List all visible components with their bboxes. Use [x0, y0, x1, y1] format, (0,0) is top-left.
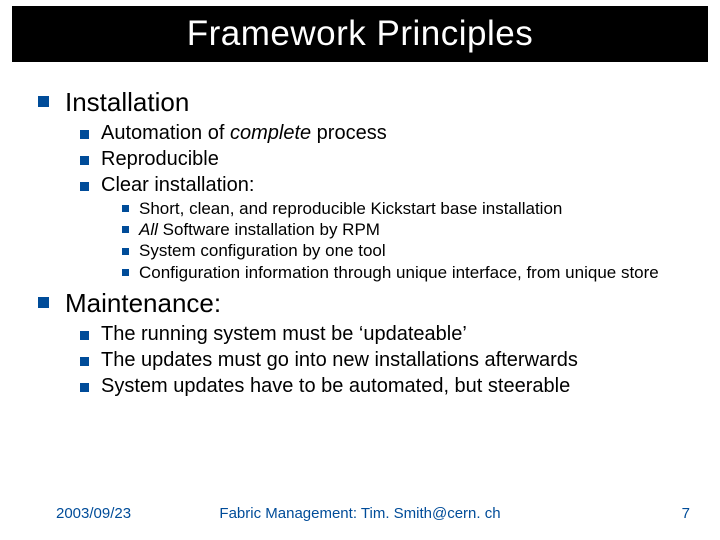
- bullet-icon: [80, 331, 89, 340]
- item-text: Short, clean, and reproducible Kickstart…: [139, 199, 696, 219]
- list-item: Reproducible: [80, 147, 696, 172]
- sub-list-item: Short, clean, and reproducible Kickstart…: [122, 199, 696, 219]
- section-heading: Maintenance:: [38, 287, 696, 320]
- bullet-icon: [122, 205, 129, 212]
- slide-body: Installation Automation of complete proc…: [38, 86, 696, 400]
- footer-date: 2003/09/23: [56, 505, 131, 522]
- item-text: The running system must be ‘updateable’: [101, 322, 696, 347]
- bullet-icon: [122, 269, 129, 276]
- bullet-icon: [122, 226, 129, 233]
- footer-page-number: 7: [682, 505, 690, 522]
- bullet-icon: [80, 130, 89, 139]
- item-text: Reproducible: [101, 147, 696, 172]
- item-text: Configuration information through unique…: [139, 263, 696, 283]
- heading-text: Installation: [65, 86, 696, 119]
- slide-footer: 2003/09/23 Fabric Management: Tim. Smith…: [0, 505, 720, 522]
- bullet-icon: [80, 383, 89, 392]
- item-text: System configuration by one tool: [139, 241, 696, 261]
- bullet-icon: [80, 156, 89, 165]
- sub-list-item: System configuration by one tool: [122, 241, 696, 261]
- slide: Framework Principles Installation Automa…: [0, 0, 720, 540]
- bullet-icon: [80, 357, 89, 366]
- list-item: Automation of complete process: [80, 121, 696, 146]
- list-item: Clear installation:: [80, 173, 696, 198]
- item-text: Automation of complete process: [101, 121, 696, 146]
- item-text: System updates have to be automated, but…: [101, 374, 696, 399]
- item-text: All Software installation by RPM: [139, 220, 696, 240]
- list-item: The running system must be ‘updateable’: [80, 322, 696, 347]
- sub-list-item: All Software installation by RPM: [122, 220, 696, 240]
- bullet-icon: [38, 96, 49, 107]
- item-text: The updates must go into new installatio…: [101, 348, 696, 373]
- sub-list-item: Configuration information through unique…: [122, 263, 696, 283]
- title-bar: Framework Principles: [12, 6, 708, 62]
- heading-text: Maintenance:: [65, 287, 696, 320]
- bullet-icon: [122, 248, 129, 255]
- section-heading: Installation: [38, 86, 696, 119]
- slide-title: Framework Principles: [187, 14, 533, 54]
- list-item: The updates must go into new installatio…: [80, 348, 696, 373]
- list-item: System updates have to be automated, but…: [80, 374, 696, 399]
- item-text: Clear installation:: [101, 173, 696, 198]
- bullet-icon: [38, 297, 49, 308]
- bullet-icon: [80, 182, 89, 191]
